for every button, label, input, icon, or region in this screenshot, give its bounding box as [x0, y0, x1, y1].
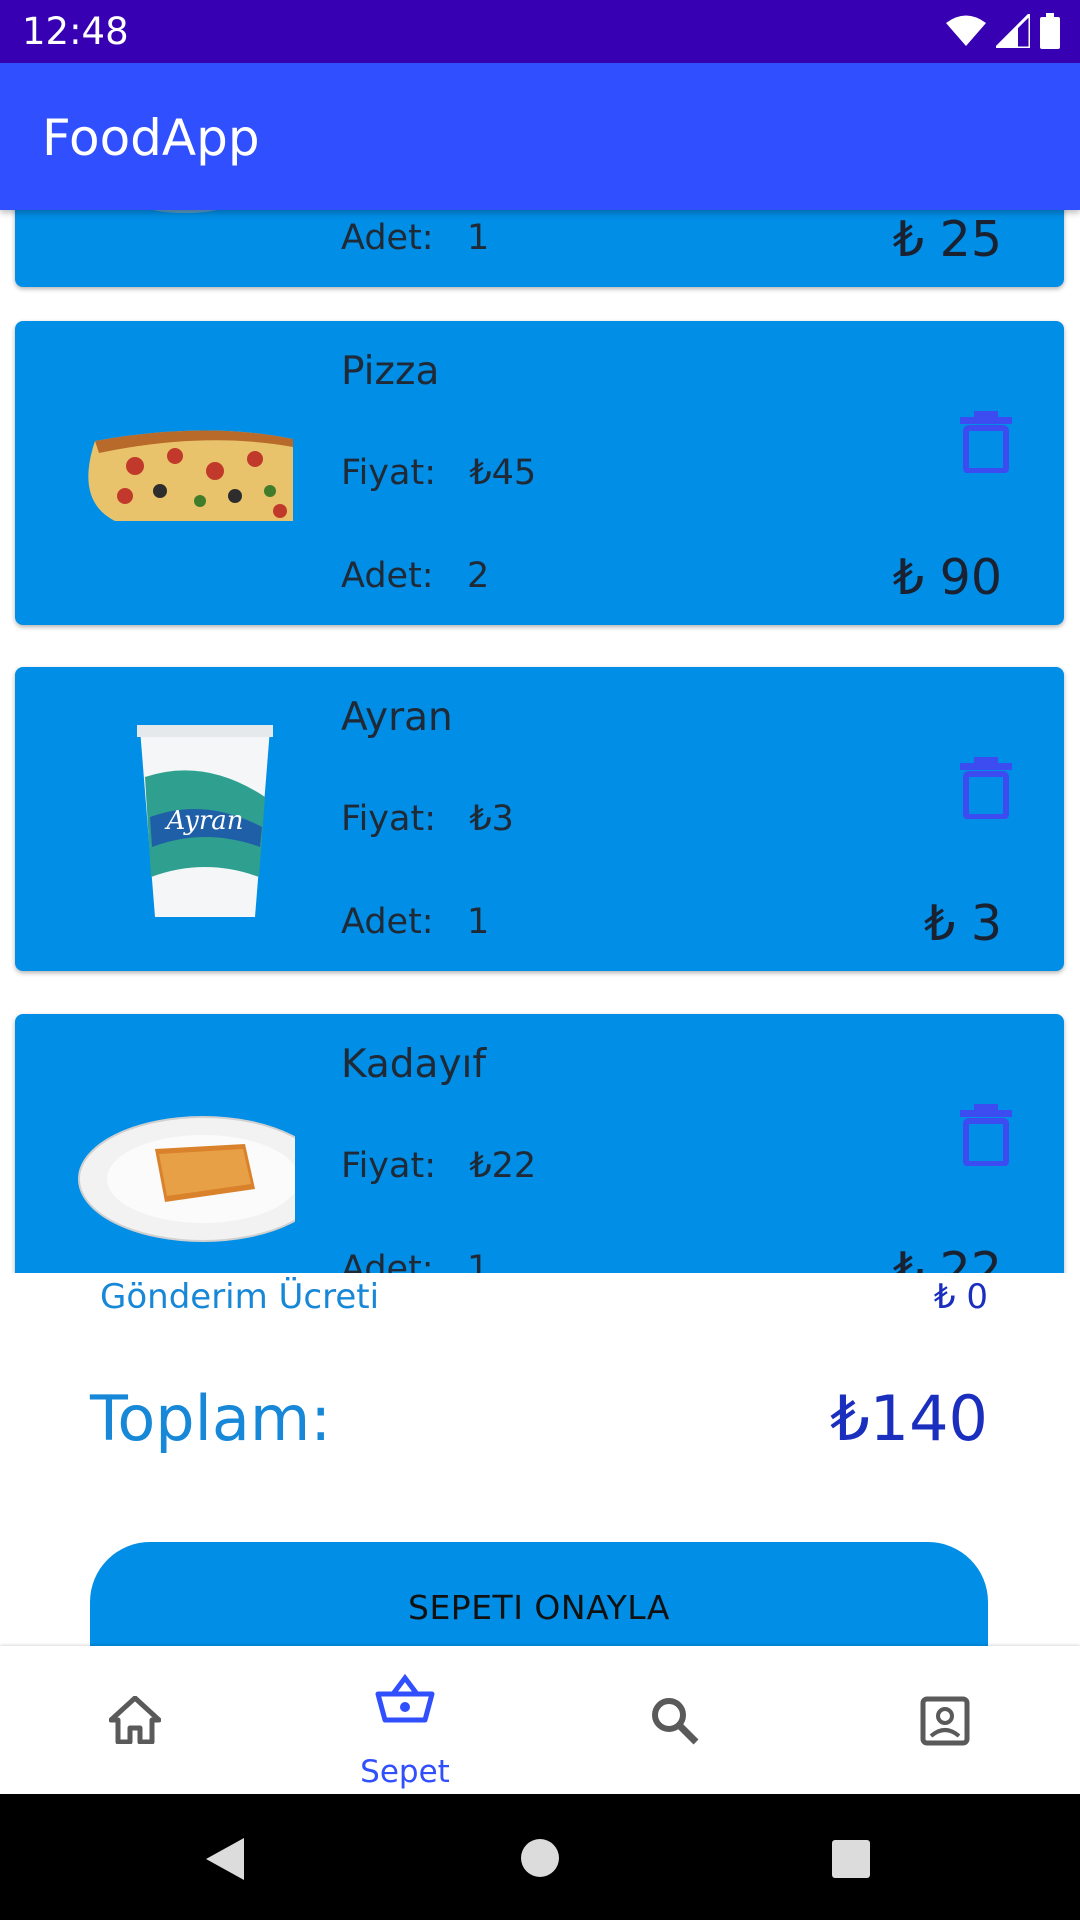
- pizza-image: [88, 430, 293, 521]
- cart-item-total: ₺ 25: [892, 211, 1002, 268]
- cart-item-quantity: Adet: 1: [341, 902, 490, 942]
- nav-home[interactable]: [0, 1646, 270, 1794]
- battery-icon: [1040, 13, 1060, 49]
- delete-icon[interactable]: [960, 1104, 1012, 1166]
- ayran-image: Ayran: [137, 725, 273, 917]
- app-bar: FoodApp: [0, 63, 1080, 210]
- food-thumbnail: [152, 210, 218, 213]
- cart-item-total: ₺ 3: [924, 895, 1002, 952]
- cart-item-name: Ayran: [341, 695, 453, 740]
- cart-item-price: Fiyat: ₺45: [341, 453, 537, 493]
- kadayif-image: [78, 1116, 295, 1242]
- delete-icon[interactable]: [960, 757, 1012, 819]
- search-icon: [652, 1698, 699, 1745]
- basket-icon: [375, 1674, 435, 1723]
- bottom-navigation: Sepet: [0, 1646, 1080, 1794]
- shipping-fee-label: Gönderim Ücreti: [100, 1277, 380, 1317]
- status-icons: [946, 13, 1060, 49]
- cart-item-card: Adet: 1 ₺ 25: [15, 210, 1064, 287]
- home-icon: [109, 1696, 161, 1744]
- status-time: 12:48: [22, 10, 129, 53]
- cart-item-quantity: Adet: 1: [341, 218, 490, 258]
- delete-icon[interactable]: [960, 411, 1012, 473]
- cart-item-price: Fiyat: ₺3: [341, 799, 514, 839]
- back-icon[interactable]: [204, 1836, 246, 1882]
- app-title: FoodApp: [42, 109, 260, 167]
- home-circle-icon[interactable]: [520, 1838, 560, 1878]
- wifi-icon: [946, 15, 986, 46]
- cart-item-quantity: Adet: 2: [341, 556, 490, 596]
- cart-item-card: Pizza Fiyat: ₺45 Adet: 2 ₺ 90: [15, 321, 1064, 625]
- cart-item-quantity: Adet: 1: [341, 1249, 490, 1273]
- cart-item-card: Ayran Ayran Fiyat: ₺3 Adet: 1 ₺ 3: [15, 667, 1064, 971]
- signal-icon: [996, 14, 1030, 48]
- cart-item-price: Fiyat: ₺22: [341, 1146, 537, 1186]
- cart-item-total: ₺ 22: [892, 1242, 1002, 1273]
- cart-item-card: Kadayıf Fiyat: ₺22 Adet: 1 ₺ 22: [15, 1014, 1064, 1273]
- status-bar: 12:48: [0, 0, 1080, 63]
- cart-item-name: Kadayıf: [341, 1042, 487, 1087]
- nav-basket[interactable]: Sepet: [270, 1646, 540, 1794]
- nav-basket-label: Sepet: [360, 1754, 450, 1790]
- cart-item-name: Pizza: [341, 349, 440, 394]
- profile-icon: [920, 1696, 970, 1746]
- svg-text:Ayran: Ayran: [164, 806, 243, 836]
- recents-icon[interactable]: [832, 1840, 870, 1878]
- cart-item-total: ₺ 90: [892, 549, 1002, 606]
- total-value: ₺140: [830, 1382, 988, 1455]
- nav-search[interactable]: [540, 1646, 810, 1794]
- system-navigation-bar: [0, 1794, 1080, 1920]
- shipping-fee-value: ₺ 0: [933, 1277, 988, 1317]
- confirm-cart-label: SEPETI ONAYLA: [408, 1588, 670, 1627]
- nav-profile[interactable]: [810, 1646, 1080, 1794]
- total-label: Toplam:: [90, 1382, 332, 1455]
- cart-list[interactable]: Adet: 1 ₺ 25 Pizza Fiyat: ₺45 Adet: 2 ₺ …: [0, 210, 1080, 1273]
